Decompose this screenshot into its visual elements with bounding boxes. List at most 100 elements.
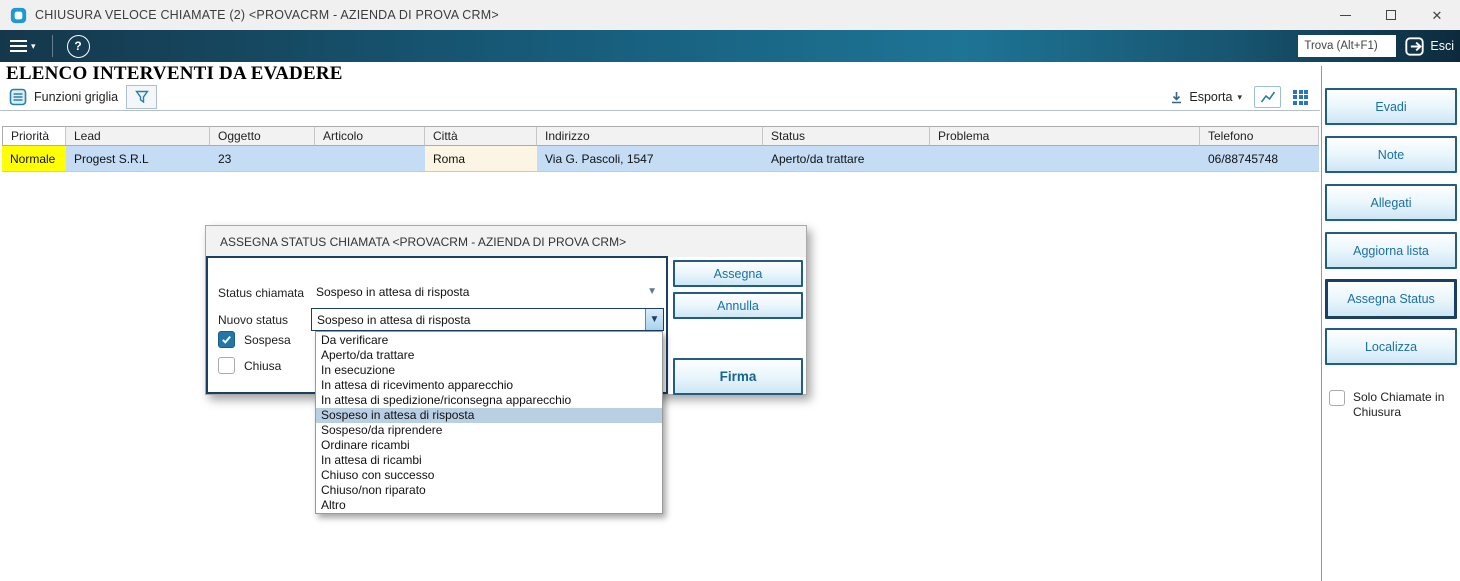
- column-header-priorita[interactable]: Priorità: [2, 126, 66, 146]
- chevron-down-icon: ▾: [1237, 91, 1242, 102]
- status-chiamata-value: Sospeso in attesa di risposta: [316, 284, 470, 299]
- sospesa-checkbox-row[interactable]: Sospesa: [218, 331, 291, 348]
- export-label: Esporta: [1189, 90, 1233, 104]
- option-item[interactable]: In attesa di ricevimento apparecchio: [316, 378, 662, 393]
- minimize-icon: [1339, 14, 1351, 16]
- exit-icon: [1404, 36, 1425, 57]
- cell-indirizzo: Via G. Pascoli, 1547: [537, 146, 763, 172]
- app-logo-icon: [10, 7, 27, 24]
- exit-label: Esci: [1430, 39, 1454, 53]
- titlebar: CHIUSURA VELOCE CHIAMATE (2) <PROVACRM -…: [0, 0, 1460, 30]
- nuovo-status-label: Nuovo status: [218, 313, 289, 327]
- page-title: ELENCO INTERVENTI DA EVADERE: [6, 63, 343, 84]
- cell-lead: Progest S.R.L: [66, 146, 210, 172]
- chart-view-button[interactable]: [1254, 86, 1281, 108]
- maximize-icon: [1386, 10, 1396, 20]
- sospesa-label: Sospesa: [244, 332, 291, 347]
- nuovo-status-options-list: Da verificare Aperto/da trattare In esec…: [315, 331, 663, 514]
- main-toolbar: ▾ ? Esci: [0, 30, 1460, 62]
- column-header-indirizzo[interactable]: Indirizzo: [537, 126, 763, 146]
- solo-chiamate-checkbox-row[interactable]: Solo Chiamate in Chiusura: [1325, 390, 1457, 420]
- interventi-table: Priorità Lead Oggetto Articolo Città Ind…: [2, 126, 1319, 172]
- cell-citta: Roma: [425, 146, 537, 172]
- chevron-down-icon: ▼: [647, 286, 657, 297]
- option-item[interactable]: Sospeso/da riprendere: [316, 423, 662, 438]
- chart-line-icon: [1259, 89, 1277, 105]
- dialog-title: ASSEGNA STATUS CHIAMATA <PROVACRM - AZIE…: [206, 226, 806, 257]
- chiusa-checkbox[interactable]: [218, 357, 235, 374]
- option-item[interactable]: Chiuso/non riparato: [316, 483, 662, 498]
- assegna-button[interactable]: Assegna: [673, 260, 803, 287]
- allegati-button[interactable]: Allegati: [1325, 184, 1457, 221]
- download-icon: [1169, 90, 1184, 105]
- column-header-status[interactable]: Status: [763, 126, 930, 146]
- assegna-status-button[interactable]: Assegna Status: [1325, 279, 1457, 319]
- status-chiamata-label: Status chiamata: [218, 286, 305, 300]
- column-header-citta[interactable]: Città: [425, 126, 537, 146]
- cell-problema: [930, 146, 1200, 172]
- export-button[interactable]: Esporta ▾: [1169, 90, 1242, 105]
- cell-telefono: 06/88745748: [1200, 146, 1319, 172]
- option-item[interactable]: In esecuzione: [316, 363, 662, 378]
- option-item[interactable]: Da verificare: [316, 333, 662, 348]
- question-icon: ?: [74, 39, 82, 53]
- column-header-lead[interactable]: Lead: [66, 126, 210, 146]
- column-header-oggetto[interactable]: Oggetto: [210, 126, 315, 146]
- column-header-articolo[interactable]: Articolo: [315, 126, 425, 146]
- option-item[interactable]: Ordinare ricambi: [316, 438, 662, 453]
- nuovo-status-value: Sospeso in attesa di risposta: [317, 312, 471, 327]
- grid-view-icon[interactable]: [1293, 89, 1308, 105]
- nuovo-status-combobox[interactable]: Sospeso in attesa di risposta ▼: [311, 308, 664, 331]
- status-chiamata-dropdown[interactable]: Sospeso in attesa di risposta ▼: [310, 281, 663, 302]
- sidebar-divider: [1321, 66, 1322, 581]
- exit-button[interactable]: Esci: [1404, 36, 1454, 57]
- grid-functions-button[interactable]: Funzioni griglia: [0, 88, 118, 106]
- maximize-button[interactable]: [1368, 0, 1414, 30]
- window-title: CHIUSURA VELOCE CHIAMATE (2) <PROVACRM -…: [35, 8, 499, 22]
- option-item[interactable]: Aperto/da trattare: [316, 348, 662, 363]
- cell-status: Aperto/da trattare: [763, 146, 930, 172]
- chiusa-checkbox-row[interactable]: Chiusa: [218, 357, 281, 374]
- app-window: CHIUSURA VELOCE CHIAMATE (2) <PROVACRM -…: [0, 0, 1460, 581]
- help-button[interactable]: ?: [66, 34, 90, 58]
- localizza-button[interactable]: Localizza: [1325, 328, 1457, 365]
- close-button[interactable]: ✕: [1414, 0, 1460, 30]
- option-item-selected[interactable]: Sospeso in attesa di risposta: [316, 408, 662, 423]
- toolbar-separator: [51, 35, 53, 57]
- option-item[interactable]: In attesa di spedizione/riconsegna appar…: [316, 393, 662, 408]
- window-controls: ✕: [1322, 0, 1460, 30]
- sospesa-checkbox[interactable]: [218, 331, 235, 348]
- annulla-button[interactable]: Annulla: [673, 292, 803, 319]
- cell-priorita: Normale: [2, 146, 66, 172]
- hamburger-menu-button[interactable]: ▾: [0, 30, 46, 62]
- find-input[interactable]: [1298, 35, 1397, 57]
- option-item[interactable]: Chiuso con successo: [316, 468, 662, 483]
- sidebar: Evadi Note Allegati Aggiorna lista Asseg…: [1325, 88, 1457, 420]
- grid-functions-label: Funzioni griglia: [34, 90, 119, 104]
- option-item[interactable]: Altro: [316, 498, 662, 513]
- table-header-row: Priorità Lead Oggetto Articolo Città Ind…: [2, 126, 1319, 146]
- firma-button[interactable]: Firma: [673, 358, 803, 395]
- chevron-down-icon: ▾: [31, 40, 36, 51]
- solo-chiamate-checkbox[interactable]: [1329, 390, 1345, 406]
- solo-chiamate-label: Solo Chiamate in Chiusura: [1353, 390, 1445, 419]
- aggiorna-lista-button[interactable]: Aggiorna lista: [1325, 232, 1457, 269]
- filter-button[interactable]: [126, 85, 158, 109]
- close-icon: ✕: [1431, 7, 1443, 23]
- grid-functions-icon: [9, 88, 27, 106]
- option-item[interactable]: In attesa di ricambi: [316, 453, 662, 468]
- evadi-button[interactable]: Evadi: [1325, 88, 1457, 125]
- cell-articolo: [315, 146, 425, 172]
- grid-toolbar: Funzioni griglia Esporta ▾: [0, 84, 1320, 111]
- chiusa-label: Chiusa: [244, 358, 282, 373]
- chevron-down-icon: ▼: [649, 314, 660, 325]
- column-header-telefono[interactable]: Telefono: [1200, 126, 1319, 146]
- combobox-dropdown-button[interactable]: ▼: [645, 309, 663, 330]
- cell-oggetto: 23: [210, 146, 315, 172]
- column-header-problema[interactable]: Problema: [930, 126, 1200, 146]
- table-row[interactable]: Normale Progest S.R.L 23 Roma Via G. Pas…: [2, 146, 1319, 172]
- minimize-button[interactable]: [1322, 0, 1368, 30]
- filter-icon: [134, 89, 150, 105]
- hamburger-icon: [10, 40, 27, 52]
- note-button[interactable]: Note: [1325, 136, 1457, 173]
